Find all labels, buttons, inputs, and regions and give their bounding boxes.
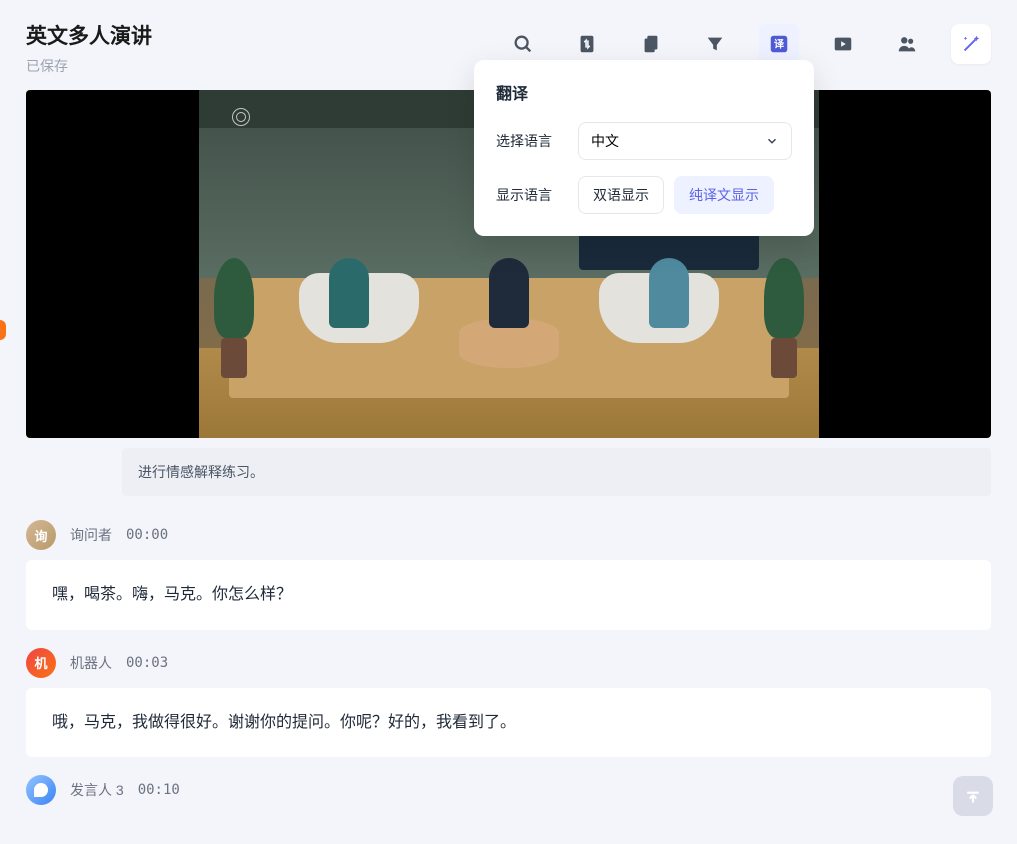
- filter-icon: [704, 33, 726, 55]
- language-label: 选择语言: [496, 131, 560, 151]
- copy-button[interactable]: [631, 24, 671, 64]
- translation-only-option[interactable]: 纯译文显示: [674, 176, 774, 214]
- timestamp[interactable]: 00:10: [138, 782, 180, 798]
- copy-icon: [640, 33, 662, 55]
- swap-button[interactable]: [567, 24, 607, 64]
- transcript: 进行情感解释练习。 询 询问者 00:00 嘿，喝茶。嗨，马克。你怎么样？ 机 …: [0, 438, 1017, 805]
- magic-wand-icon: [960, 33, 982, 55]
- avatar: [26, 775, 56, 805]
- timestamp[interactable]: 00:03: [126, 655, 168, 671]
- speaker-name: 发言人 3: [70, 780, 124, 800]
- translate-button[interactable]: 译: [759, 24, 799, 64]
- chevron-down-icon: [765, 134, 779, 148]
- video-icon: [832, 33, 854, 55]
- transcript-text[interactable]: 哦，马克，我做得很好。谢谢你的提问。你呢？好的，我看到了。: [26, 688, 991, 758]
- side-tab[interactable]: [0, 320, 6, 340]
- save-status: 已保存: [26, 56, 152, 76]
- transcript-entry: 发言人 3 00:10: [26, 775, 991, 805]
- display-label: 显示语言: [496, 185, 560, 205]
- magic-button[interactable]: [951, 24, 991, 64]
- scroll-top-button[interactable]: [953, 776, 993, 816]
- page-title: 英文多人演讲: [26, 20, 152, 50]
- swap-icon: [576, 33, 598, 55]
- language-value: 中文: [591, 131, 619, 151]
- avatar: 询: [26, 520, 56, 550]
- language-select[interactable]: 中文: [578, 122, 792, 160]
- speaker-name: 机器人: [70, 653, 112, 673]
- note-box: 进行情感解释练习。: [122, 448, 991, 496]
- timestamp[interactable]: 00:00: [126, 527, 168, 543]
- search-icon: [512, 33, 534, 55]
- avatar: 机: [26, 648, 56, 678]
- transcript-entry: 机 机器人 00:03 哦，马克，我做得很好。谢谢你的提问。你呢？好的，我看到了…: [26, 648, 991, 758]
- watermark-icon: [232, 108, 250, 126]
- transcript-text[interactable]: 嘿，喝茶。嗨，马克。你怎么样？: [26, 560, 991, 630]
- bilingual-option[interactable]: 双语显示: [578, 176, 664, 214]
- translate-popover: 翻译 选择语言 中文 显示语言 双语显示 纯译文显示: [474, 60, 814, 236]
- speaker-name: 询问者: [70, 525, 112, 545]
- people-button[interactable]: [887, 24, 927, 64]
- popover-title: 翻译: [496, 80, 792, 104]
- people-icon: [896, 33, 918, 55]
- transcript-entry: 询 询问者 00:00 嘿，喝茶。嗨，马克。你怎么样？: [26, 520, 991, 630]
- filter-button[interactable]: [695, 24, 735, 64]
- svg-text:译: 译: [774, 38, 785, 51]
- search-button[interactable]: [503, 24, 543, 64]
- arrow-up-icon: [963, 786, 983, 806]
- video-button[interactable]: [823, 24, 863, 64]
- translate-icon: 译: [768, 33, 790, 55]
- toolbar: 译: [503, 24, 991, 64]
